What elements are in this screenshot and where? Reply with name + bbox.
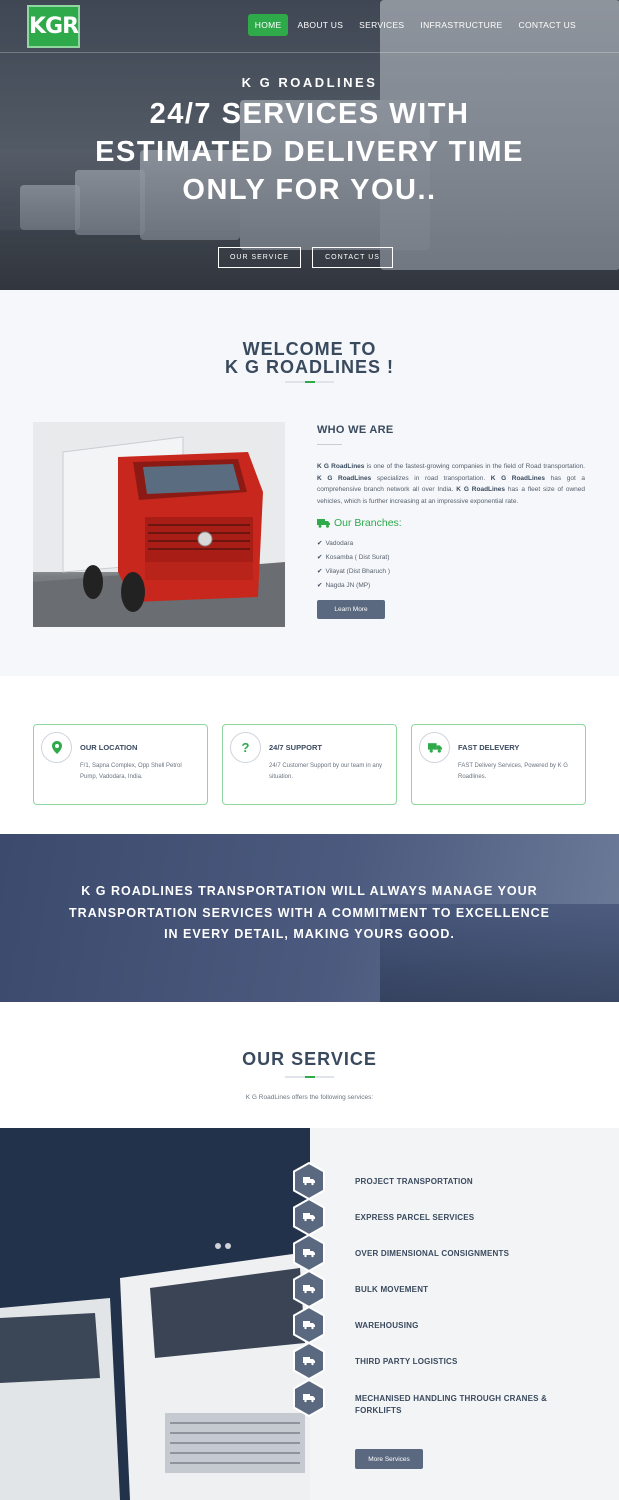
branches-heading: Our Branches: (317, 517, 402, 529)
red-truck-image (33, 422, 285, 627)
service-item[interactable]: WAREHOUSING (355, 1320, 565, 1332)
contact-us-button[interactable]: CONTACT US (312, 247, 393, 268)
brand-name: K G RoadLines (317, 463, 365, 470)
brand-name: K G RoadLines (490, 474, 545, 482)
services-subtitle: K G RoadLines offers the following servi… (245, 1094, 374, 1101)
service-item[interactable]: PROJECT TRANSPORTATION (355, 1176, 565, 1188)
delivery-card: FAST DELEVERY FAST Delivery Services, Po… (411, 724, 586, 805)
branch-item: ✔ Vilayat (Dist Bharuch ) (317, 567, 390, 576)
truck-icon (317, 519, 330, 528)
hex-truck-icon (292, 1341, 326, 1381)
branch-label: Vadodara (325, 539, 354, 547)
banner-text: K G ROADLINES TRANSPORTATION WILL ALWAYS… (69, 884, 550, 941)
nav-about-us[interactable]: ABOUT US (290, 14, 350, 36)
red-truck-illustration (33, 422, 285, 627)
card-description: F/1, Sapna Complex, Opp Shell Petrol Pum… (80, 763, 182, 780)
hex-truck-icon (292, 1233, 326, 1273)
hex-truck-icon (292, 1161, 326, 1201)
nav-infrastructure[interactable]: INFRASTRUCTURE (413, 14, 509, 36)
learn-more-button[interactable]: Learn More (317, 600, 385, 619)
who-we-are-title: WHO WE ARE (317, 424, 394, 436)
truck-icon (419, 732, 450, 763)
welcome-title-line1: WELCOME TO (242, 339, 377, 359)
more-services-button[interactable]: More Services (355, 1449, 423, 1469)
check-icon: ✔ (317, 540, 323, 547)
hex-truck-icon (292, 1305, 326, 1345)
service-item[interactable]: OVER DIMENSIONAL CONSIGNMENTS (355, 1248, 565, 1260)
brand-name: K G RoadLines (456, 486, 506, 493)
support-card: ? 24/7 SUPPORT 24/7 Customer Support by … (222, 724, 397, 805)
question-icon: ? (230, 732, 261, 763)
main-nav: HOME ABOUT US SERVICES INFRASTRUCTURE CO… (246, 14, 583, 36)
check-icon: ✔ (317, 554, 323, 561)
who-text-part: is one of the fastest-growing companies … (364, 463, 585, 470)
location-card: OUR LOCATION F/1, Sapna Complex, Opp She… (33, 724, 208, 805)
services-divider (285, 1076, 334, 1078)
nav-contact-us[interactable]: CONTACT US (512, 14, 583, 36)
card-description: FAST Delivery Services, Powered by K G R… (458, 763, 568, 780)
hero-subtitle: K G ROADLINES (241, 75, 378, 90)
branch-label: Nagda JN (MP) (325, 581, 371, 589)
hero-title: 24/7 SERVICES WITH ESTIMATED DELIVERY TI… (95, 98, 524, 206)
hex-truck-icon (292, 1269, 326, 1309)
check-icon: ✔ (317, 582, 323, 589)
card-title: FAST DELEVERY (458, 743, 520, 752)
card-title: OUR LOCATION (80, 743, 138, 752)
white-trucks-illustration (0, 1128, 310, 1500)
branch-item: ✔ Vadodara (317, 539, 354, 548)
hex-truck-icon (292, 1197, 326, 1237)
hex-truck-icon (292, 1378, 326, 1418)
service-item[interactable]: THIRD PARTY LOGISTICS (355, 1356, 565, 1368)
branches-title: Our Branches: (334, 517, 402, 529)
service-item[interactable]: BULK MOVEMENT (355, 1284, 565, 1296)
services-truck-image (0, 1128, 310, 1500)
branch-label: Vilayat (Dist Bharuch ) (325, 567, 390, 575)
map-pin-icon (41, 732, 72, 763)
welcome-divider (285, 381, 334, 383)
service-item[interactable]: MECHANISED HANDLING THROUGH CRANES & FOR… (355, 1393, 565, 1417)
who-we-are-text: K G RoadLines is one of the fastest-grow… (317, 461, 585, 507)
header-divider (0, 52, 619, 53)
brand-name: K G RoadLines (317, 474, 372, 482)
branch-item: ✔ Nagda JN (MP) (317, 581, 371, 590)
branch-item: ✔ Kosamba ( Dist Surat) (317, 553, 390, 562)
nav-home[interactable]: HOME (247, 14, 289, 36)
who-text-part: specializes in road transportation. (371, 474, 491, 482)
welcome-title-line2: K G ROADLINES ! (224, 357, 394, 377)
branch-label: Kosamba ( Dist Surat) (325, 553, 390, 561)
our-service-button[interactable]: OUR SERVICE (218, 247, 301, 268)
who-we-are-divider (317, 444, 342, 445)
services-title: OUR SERVICE (242, 1049, 377, 1069)
card-title: 24/7 SUPPORT (269, 743, 322, 752)
site-logo[interactable]: KGR (27, 5, 80, 48)
nav-services[interactable]: SERVICES (352, 14, 411, 36)
check-icon: ✔ (317, 568, 323, 575)
card-description: 24/7 Customer Support by our team in any… (269, 763, 383, 780)
service-item[interactable]: EXPRESS PARCEL SERVICES (355, 1212, 565, 1224)
